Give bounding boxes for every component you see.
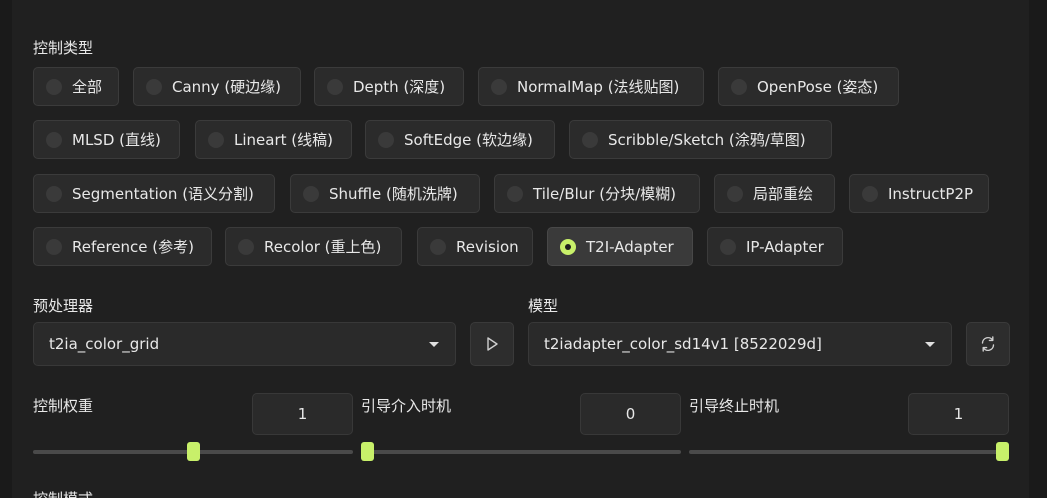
option-label: Revision	[456, 237, 519, 256]
option-label: 局部重绘	[753, 185, 814, 203]
radio-icon	[720, 238, 736, 255]
option-label: Shuffle (随机洗牌)	[329, 185, 458, 203]
control-type-option-scribble[interactable]: Scribble/Sketch (涂鸦/草图)	[569, 120, 832, 159]
option-label: Canny (硬边缘)	[172, 78, 282, 96]
option-label: Scribble/Sketch (涂鸦/草图)	[608, 131, 806, 149]
radio-icon	[327, 78, 343, 95]
option-label: MLSD (直线)	[72, 131, 161, 149]
guidance-end-slider-track[interactable]	[689, 450, 1009, 454]
control-type-option-shuffle[interactable]: Shuffle (随机洗牌)	[290, 174, 480, 213]
control-type-option-lineart[interactable]: Lineart (线稿)	[195, 120, 352, 159]
refresh-icon	[981, 336, 995, 352]
radio-icon	[491, 78, 507, 95]
model-value: t2iadapter_color_sd14v1 [8522029d]	[544, 335, 822, 353]
refresh-models-button[interactable]	[966, 322, 1010, 366]
option-label: T2I-Adapter	[586, 237, 674, 256]
control-type-option-softedge[interactable]: SoftEdge (软边缘)	[365, 120, 555, 159]
guidance-start-input[interactable]: 0	[580, 393, 681, 435]
control-type-option-revision[interactable]: Revision	[417, 227, 533, 266]
radio-icon	[862, 185, 878, 202]
guidance-start-slider-track[interactable]	[361, 450, 681, 454]
chevron-down-icon	[925, 342, 935, 347]
radio-icon	[146, 78, 162, 95]
control-type-option-segmentation[interactable]: Segmentation (语义分割)	[33, 174, 275, 213]
control-type-option-ip-adapter[interactable]: IP-Adapter	[707, 227, 843, 266]
option-label: IP-Adapter	[746, 237, 824, 256]
guidance-end-label: 引导终止时机	[689, 397, 780, 415]
radio-icon	[46, 238, 62, 255]
option-label: 全部	[72, 78, 103, 96]
control-type-option-inpaint[interactable]: 局部重绘	[714, 174, 835, 213]
option-label: Lineart (线稿)	[234, 131, 333, 149]
option-label: Reference (参考)	[72, 238, 195, 256]
control-type-option-t2i-adapter[interactable]: T2I-Adapter	[547, 227, 693, 266]
model-dropdown[interactable]: t2iadapter_color_sd14v1 [8522029d]	[528, 322, 952, 366]
control-weight-input[interactable]: 1	[252, 393, 353, 435]
play-icon	[487, 337, 498, 351]
option-label: Tile/Blur (分块/模糊)	[533, 185, 676, 203]
radio-icon	[731, 78, 747, 95]
control-type-option-openpose[interactable]: OpenPose (姿态)	[718, 67, 899, 106]
controlnet-panel: 控制类型 全部 Canny (硬边缘) Depth (深度) NormalMap…	[12, 0, 1029, 498]
radio-icon	[208, 131, 224, 148]
control-type-option-mlsd[interactable]: MLSD (直线)	[33, 120, 180, 159]
control-type-option-normalmap[interactable]: NormalMap (法线贴图)	[478, 67, 704, 106]
model-label: 模型	[528, 297, 559, 315]
radio-icon	[46, 131, 62, 148]
control-weight-label: 控制权重	[33, 397, 94, 415]
control-type-option-recolor[interactable]: Recolor (重上色)	[225, 227, 402, 266]
radio-icon	[46, 78, 62, 95]
radio-icon	[430, 238, 446, 255]
option-label: Segmentation (语义分割)	[72, 185, 254, 203]
control-type-label: 控制类型	[33, 39, 94, 57]
run-preprocessor-button[interactable]	[470, 322, 514, 366]
control-type-option-tile[interactable]: Tile/Blur (分块/模糊)	[494, 174, 700, 213]
guidance-start-label: 引导介入时机	[361, 397, 452, 415]
preprocessor-label: 预处理器	[33, 297, 94, 315]
radio-icon	[303, 185, 319, 202]
chevron-down-icon	[429, 342, 439, 347]
control-type-option-reference[interactable]: Reference (参考)	[33, 227, 212, 266]
preprocessor-value: t2ia_color_grid	[49, 335, 160, 353]
control-type-option-all[interactable]: 全部	[33, 67, 119, 106]
radio-icon	[582, 131, 598, 148]
option-label: Recolor (重上色)	[264, 238, 382, 256]
radio-icon	[507, 185, 523, 202]
control-type-option-canny[interactable]: Canny (硬边缘)	[133, 67, 301, 106]
radio-icon	[378, 131, 394, 148]
radio-icon	[46, 185, 62, 202]
guidance-end-slider-thumb[interactable]	[996, 442, 1009, 461]
preprocessor-dropdown[interactable]: t2ia_color_grid	[33, 322, 456, 366]
option-label: InstructP2P	[888, 184, 974, 203]
radio-icon	[560, 238, 576, 255]
control-mode-label: 控制模式	[33, 488, 93, 498]
guidance-end-input[interactable]: 1	[908, 393, 1009, 435]
option-label: SoftEdge (软边缘)	[404, 131, 533, 149]
radio-icon	[238, 238, 254, 255]
radio-icon	[727, 185, 743, 202]
control-type-option-instructp2p[interactable]: InstructP2P	[849, 174, 989, 213]
option-label: OpenPose (姿态)	[757, 78, 879, 96]
option-label: NormalMap (法线贴图)	[517, 78, 680, 96]
guidance-start-slider-thumb[interactable]	[361, 442, 374, 461]
control-weight-slider-thumb[interactable]	[186, 442, 200, 461]
option-label: Depth (深度)	[353, 78, 446, 96]
control-type-option-depth[interactable]: Depth (深度)	[314, 67, 464, 106]
